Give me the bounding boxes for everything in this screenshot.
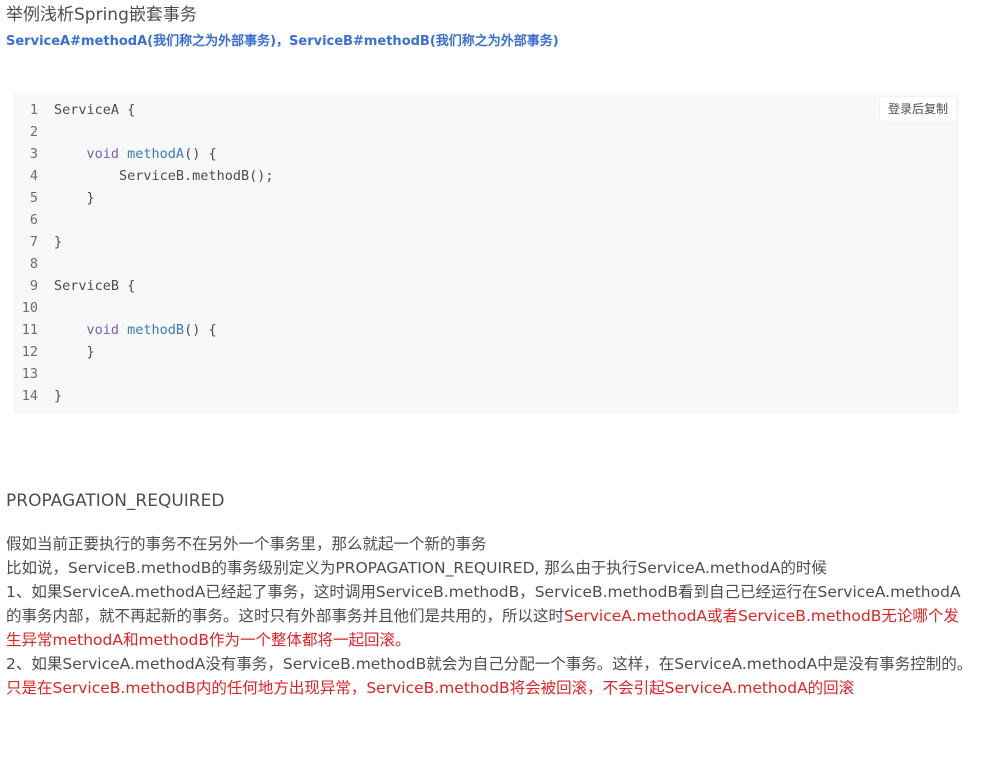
code-line: 14} [14,385,959,407]
code-text: () { [184,146,217,162]
code-block: 登录后复制 1 ServiceA {2 3 void methodA() {4 Se… [14,92,959,414]
line-number: 14 [21,388,38,404]
line-number: 8 [29,256,38,272]
paragraph-4: 2、如果ServiceA.methodA没有事务，ServiceB.method… [6,652,974,700]
code-text: } [86,344,95,360]
line-code: void methodB() { [54,319,217,341]
code-line: 4 ServiceB.methodB(); [14,165,959,187]
paragraph-2: 比如说，ServiceB.methodB的事务级别定义为PROPAGATION_… [6,559,827,577]
line-number: 9 [29,278,38,294]
line-code: } [54,341,95,363]
line-number: 10 [21,300,38,316]
code-text: ServiceB { [54,278,136,294]
code-keyword: void [86,322,128,338]
section-body: 假如当前正要执行的事务不在另外一个事务里，那么就起一个新的事务 比如说，Serv… [6,532,974,700]
line-code: ServiceB.methodB(); [54,165,273,187]
code-function-name: methodB [127,322,185,338]
line-code: ServiceA { [54,99,135,121]
paragraph-1: 假如当前正要执行的事务不在另外一个事务里，那么就起一个新的事务 [6,535,487,553]
code-line: 11 void methodB() { [14,319,959,341]
code-text: } [54,388,63,404]
article-subtitle: ServiceA#methodA(我们称之为外部事务)，ServiceB#met… [6,34,559,49]
code-line: 1 ServiceA { [14,99,959,121]
line-code: void methodA() { [54,143,217,165]
line-number: 11 [21,322,38,338]
code-line: 13 [14,363,959,385]
line-number: 13 [21,366,38,382]
line-number: 12 [21,344,38,360]
line-number: 7 [29,234,38,250]
line-number: 6 [29,212,38,228]
code-line: 8 [14,253,959,275]
code-text: ServiceA { [54,102,136,118]
code-line: 2 [14,121,959,143]
paragraph-3: 1、如果ServiceA.methodA已经起了事务，这时调用ServiceB.… [6,580,974,652]
line-number: 4 [29,168,38,184]
line-number: 1 [29,102,38,118]
code-line: 9 ServiceB { [14,275,959,297]
code-line: 6 [14,209,959,231]
line-number: 2 [29,124,38,140]
section-heading: PROPAGATION_REQUIRED [6,491,225,511]
paragraph-4-text: 2、如果ServiceA.methodA没有事务，ServiceB.method… [6,655,973,673]
code-text: } [86,190,95,206]
line-code: } [54,385,62,407]
code-line: 7} [14,231,959,253]
article-title: 举例浅析Spring嵌套事务 [6,5,197,25]
line-number: 5 [29,190,38,206]
line-code: } [54,187,95,209]
code-text: } [54,234,63,250]
code-text: ServiceB.methodB(); [119,168,274,184]
code-line: 5 } [14,187,959,209]
code-line: 12 } [14,341,959,363]
paragraph-4-highlight: 只是在ServiceB.methodB内的任何地方出现异常，ServiceB.m… [6,679,855,697]
code-lines: 1 ServiceA {2 3 void methodA() {4 ServiceB… [14,99,959,407]
code-text: () { [184,322,217,338]
code-line: 10 [14,297,959,319]
line-code: } [54,231,62,253]
line-code: ServiceB { [54,275,135,297]
code-function-name: methodA [127,146,185,162]
line-number: 3 [29,146,38,162]
code-keyword: void [86,146,128,162]
code-line: 3 void methodA() { [14,143,959,165]
